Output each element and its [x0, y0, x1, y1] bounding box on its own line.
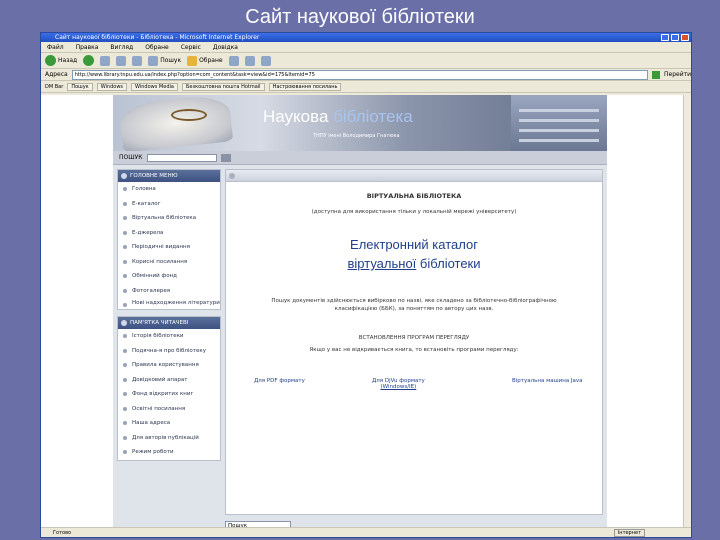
menu-item-hours[interactable]: Режим роботи	[118, 445, 220, 460]
reader-menu-title: ПАМ'ЯТКА ЧИТАЧЕВІ	[118, 317, 220, 329]
download-pdf-link[interactable]: Для PDF формату	[254, 378, 305, 384]
refresh-icon[interactable]	[116, 55, 127, 66]
links-bar: DM Bar Пошук Windows Windows Media Безко…	[41, 81, 691, 93]
link-customize[interactable]: Настроювання посилань	[268, 82, 342, 91]
window-titlebar: Сайт наукової бібліотеки - Бібліотека - …	[41, 33, 691, 42]
install-heading: ВСТАНОВЛЕННЯ ПРОГРАМ ПЕРЕГЛЯДУ	[358, 335, 470, 341]
site-search-bar: ПОШУК	[113, 151, 607, 165]
menu-bar: Файл Правка Вигляд Обране Сервіс Довідка	[41, 42, 691, 53]
maximize-icon[interactable]	[671, 34, 679, 41]
library-site: Наукова бібліотека ТНПУ імені Володимира…	[113, 95, 607, 529]
menu-item-new-arrivals[interactable]: Нові надходження літератури	[118, 298, 220, 309]
download-java-link[interactable]: Віртуальна машина Java	[512, 378, 583, 384]
search-label: Пошук	[160, 57, 182, 64]
menu-item-exchange-fund[interactable]: Обмінний фонд	[118, 269, 220, 284]
menu-item-e-resources[interactable]: Е-джерела	[118, 226, 220, 241]
main-content: ВІРТУАЛЬНА БІБЛІОТЕКА (доступна для вико…	[225, 169, 603, 515]
menu-item-rules[interactable]: Правила користування	[118, 358, 220, 373]
stop-icon[interactable]	[100, 55, 111, 66]
link-search[interactable]: Пошук	[67, 82, 93, 91]
close-icon[interactable]	[681, 34, 689, 41]
reader-menu: ПАМ'ЯТКА ЧИТАЧЕВІ Історія бібліотеки Под…	[117, 316, 221, 461]
menu-item-authors[interactable]: Для авторів публікацій	[118, 431, 220, 446]
menu-item-reference[interactable]: Довідковий апарат	[118, 373, 220, 388]
site-search-input[interactable]	[146, 153, 217, 162]
window-title: Сайт наукової бібліотеки - Бібліотека - …	[55, 34, 260, 41]
vertical-scrollbar[interactable]	[683, 95, 691, 529]
print-icon[interactable]	[260, 55, 271, 66]
main-menu-title: ГОЛОВНЕ МЕНЮ	[118, 170, 220, 182]
menu-item-virtual-library[interactable]: Віртуальна бібліотека	[118, 211, 220, 226]
catalog-link[interactable]: віртуальної	[347, 256, 416, 271]
menu-item-about[interactable]: Подячна-я про бібліотеку	[118, 344, 220, 359]
menu-item-ecatalog[interactable]: Е-каталог	[118, 197, 220, 212]
back-arrow-icon	[45, 55, 56, 66]
status-zone: Інтернет	[613, 529, 645, 537]
download-djvu-sub-link[interactable]: (Windows/IE)	[372, 384, 425, 390]
toolbar: Назад Пошук Обране	[41, 53, 691, 69]
menu-item-edu-links[interactable]: Освітні посилання	[118, 402, 220, 417]
menu-item-open-fund[interactable]: Фонд відкритих книг	[118, 387, 220, 402]
back-button[interactable]: Назад	[45, 55, 77, 66]
search-icon	[148, 55, 159, 66]
home-icon[interactable]	[132, 55, 143, 66]
go-button[interactable]: Перейти	[664, 71, 691, 78]
address-label: Адреса	[45, 71, 68, 78]
content-header-bar	[226, 170, 602, 182]
menu-edit[interactable]: Правка	[76, 42, 99, 52]
site-title: Наукова бібліотека	[263, 107, 413, 127]
favorites-label: Обране	[199, 57, 223, 64]
slide-title: Сайт наукової бібліотеки	[245, 6, 475, 28]
access-note: (доступна для використання тільки у лока…	[311, 209, 517, 215]
page-viewport: Наукова бібліотека ТНПУ імені Володимира…	[41, 95, 685, 529]
glasses-image	[171, 109, 207, 121]
browser-window: Сайт наукової бібліотеки - Бібліотека - …	[40, 32, 692, 538]
menu-favorites[interactable]: Обране	[145, 42, 169, 52]
link-windows[interactable]: Windows	[96, 82, 128, 91]
back-label: Назад	[58, 57, 78, 64]
building-image	[511, 95, 607, 151]
menu-item-useful-links[interactable]: Корисні посилання	[118, 255, 220, 270]
site-subtitle: ТНПУ імені Володимира Гнатюка	[313, 133, 400, 139]
minimize-icon[interactable]	[661, 34, 669, 41]
main-menu: ГОЛОВНЕ МЕНЮ Головна Е-каталог Віртуальн…	[117, 169, 221, 310]
left-column: ГОЛОВНЕ МЕНЮ Головна Е-каталог Віртуальн…	[117, 169, 221, 515]
site-banner: Наукова бібліотека ТНПУ імені Володимира…	[113, 95, 607, 151]
menu-item-periodicals[interactable]: Періодичні видання	[118, 240, 220, 255]
page-heading: ВІРТУАЛЬНА БІБЛІОТЕКА	[366, 192, 462, 200]
catalog-title-rest: бібліотеки	[416, 256, 481, 271]
search-button[interactable]: Пошук	[148, 55, 182, 66]
site-search-label: ПОШУК	[119, 154, 143, 161]
catalog-title-line2: віртуальної бібліотеки	[226, 256, 602, 271]
install-note: Якщо у вас не відкривається книга, то вс…	[309, 347, 519, 353]
catalog-title-line1: Електронний каталог	[350, 237, 478, 252]
link-hotmail[interactable]: Безкоштовна пошта Hotmail	[181, 82, 265, 91]
download-djvu: Для DjVu формату (Windows/IE)	[372, 378, 425, 390]
menu-view[interactable]: Вигляд	[110, 42, 133, 52]
menu-item-home[interactable]: Головна	[118, 182, 220, 197]
address-bar: Адреса http://www.library.tnpu.edu.ua/in…	[41, 69, 691, 81]
mail-icon[interactable]	[244, 55, 255, 66]
star-icon	[187, 55, 198, 66]
book-image	[118, 95, 234, 151]
menu-tools[interactable]: Сервіс	[181, 42, 201, 52]
go-arrow-icon[interactable]	[652, 70, 660, 79]
site-title-main: Наукова	[263, 107, 334, 126]
menu-item-photo-gallery[interactable]: Фотогалерея	[118, 284, 220, 299]
menu-item-address[interactable]: Наша адреса	[118, 416, 220, 431]
favorites-button[interactable]: Обране	[187, 55, 223, 66]
site-title-accent: бібліотека	[333, 107, 413, 126]
menu-help[interactable]: Довідка	[213, 42, 238, 52]
menu-item-history[interactable]: Історія бібліотеки	[118, 329, 220, 344]
address-input[interactable]: http://www.library.tnpu.edu.ua/index.php…	[71, 69, 648, 80]
menu-file[interactable]: Файл	[47, 42, 64, 52]
status-text: Готово	[53, 530, 72, 536]
status-bar: Готово Інтернет	[41, 527, 691, 537]
link-dmbar[interactable]: DM Bar	[45, 84, 63, 90]
history-icon[interactable]	[228, 55, 239, 66]
search-info-text: Пошук документів здійснюється вибірково …	[271, 298, 557, 312]
forward-arrow-icon[interactable]	[83, 55, 95, 66]
link-windows-media[interactable]: Windows Media	[131, 82, 178, 91]
site-search-button[interactable]	[220, 153, 231, 162]
